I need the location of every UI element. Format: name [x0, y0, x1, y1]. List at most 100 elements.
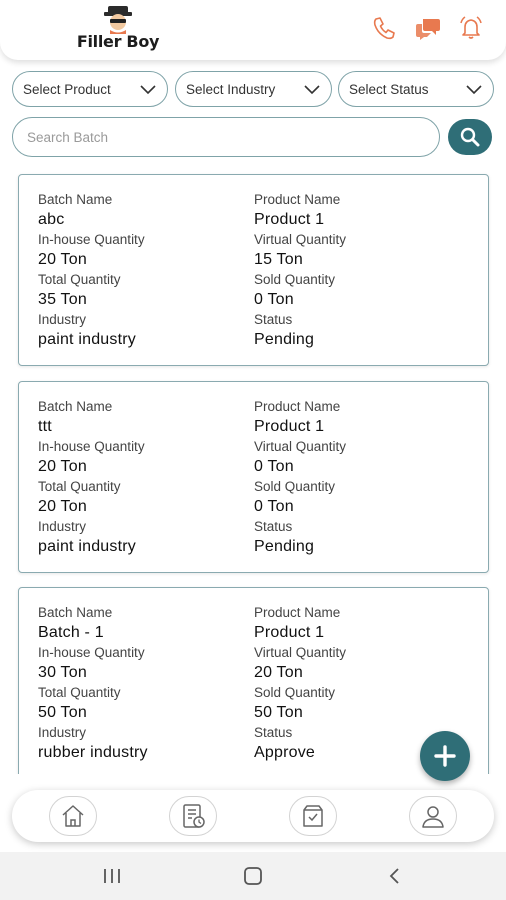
chat-icon[interactable] [414, 14, 442, 42]
system-navigation-bar [0, 852, 506, 900]
virtual-quantity-value: 15 Ton [254, 251, 303, 268]
nav-home-button[interactable] [49, 796, 97, 836]
industry-value: rubber industry [38, 744, 148, 761]
industry-value: paint industry [38, 538, 136, 555]
industry-value: paint industry [38, 331, 136, 348]
filter-bar: Select Product Select Industry Select St… [12, 71, 494, 107]
orders-box-icon [303, 805, 323, 827]
select-product-label: Select Product [23, 81, 111, 97]
status-value: Pending [254, 538, 315, 555]
logo-mascot-icon [104, 6, 132, 34]
back-icon[interactable] [383, 864, 407, 888]
logo-text: Filler Boy [76, 32, 160, 51]
product-name-field: Product Name Product 1 [254, 397, 340, 437]
product-name-value: Product 1 [254, 624, 325, 641]
industry-label: Industry [38, 725, 87, 740]
select-industry-label: Select Industry [186, 81, 276, 97]
chevron-down-icon [466, 85, 482, 95]
invoice-icon [183, 804, 205, 828]
select-status-dropdown[interactable]: Select Status [338, 71, 494, 107]
product-name-field: Product Name Product 1 [254, 603, 340, 643]
batch-card[interactable]: Batch Name ttt Product Name Product 1 In… [18, 381, 489, 573]
sold-quantity-value: 0 Ton [254, 291, 294, 308]
inhouse-quantity-label: In-house Quantity [38, 645, 145, 660]
search-icon [460, 127, 480, 147]
total-quantity-value: 50 Ton [38, 704, 87, 721]
batch-list: Batch Name abc Product Name Product 1 In… [0, 160, 506, 774]
status-label: Status [254, 725, 293, 740]
bell-icon[interactable] [457, 14, 485, 42]
industry-field: Industry paint industry [38, 517, 136, 557]
industry-field: Industry paint industry [38, 310, 136, 350]
search-button[interactable] [448, 119, 492, 155]
total-quantity-label: Total Quantity [38, 272, 121, 287]
inhouse-quantity-label: In-house Quantity [38, 232, 145, 247]
total-quantity-value: 20 Ton [38, 498, 87, 515]
select-industry-dropdown[interactable]: Select Industry [175, 71, 332, 107]
status-value: Approve [254, 744, 315, 761]
batch-name-value: abc [38, 211, 65, 228]
industry-label: Industry [38, 312, 87, 327]
home-icon [62, 805, 84, 827]
total-quantity-field: Total Quantity 50 Ton [38, 683, 121, 723]
batch-card[interactable]: Batch Name abc Product Name Product 1 In… [18, 174, 489, 366]
home-system-icon[interactable] [241, 864, 265, 888]
virtual-quantity-value: 20 Ton [254, 664, 303, 681]
nav-invoice-button[interactable] [169, 796, 217, 836]
status-field: Status Pending [254, 310, 314, 350]
batch-name-value: ttt [38, 418, 52, 435]
inhouse-quantity-field: In-house Quantity 30 Ton [38, 643, 145, 683]
batch-card[interactable]: Batch Name Batch - 1 Product Name Produc… [18, 587, 489, 774]
batch-name-label: Batch Name [38, 192, 113, 207]
search-batch-input[interactable] [12, 117, 440, 157]
select-product-dropdown[interactable]: Select Product [12, 71, 168, 107]
inhouse-quantity-value: 30 Ton [38, 664, 87, 681]
product-name-label: Product Name [254, 192, 341, 207]
status-field: Status Approve [254, 723, 315, 763]
sold-quantity-label: Sold Quantity [254, 272, 336, 287]
virtual-quantity-field: Virtual Quantity 15 Ton [254, 230, 346, 270]
chevron-down-icon [304, 85, 320, 95]
virtual-quantity-label: Virtual Quantity [254, 439, 347, 454]
product-name-label: Product Name [254, 399, 341, 414]
nav-profile-button[interactable] [409, 796, 457, 836]
select-status-label: Select Status [349, 81, 429, 97]
product-name-value: Product 1 [254, 418, 325, 435]
product-name-label: Product Name [254, 605, 341, 620]
virtual-quantity-label: Virtual Quantity [254, 232, 347, 247]
industry-label: Industry [38, 519, 87, 534]
add-batch-button[interactable] [420, 731, 470, 781]
recent-apps-icon[interactable] [100, 864, 124, 888]
total-quantity-field: Total Quantity 20 Ton [38, 477, 121, 517]
status-value: Pending [254, 331, 315, 348]
product-name-field: Product Name Product 1 [254, 190, 340, 230]
batch-name-label: Batch Name [38, 399, 113, 414]
virtual-quantity-value: 0 Ton [254, 458, 294, 475]
nav-orders-button[interactable] [289, 796, 337, 836]
product-name-value: Product 1 [254, 211, 325, 228]
app-logo: Filler Boy [70, 4, 166, 54]
sold-quantity-field: Sold Quantity 0 Ton [254, 270, 335, 310]
batch-name-field: Batch Name ttt [38, 397, 112, 437]
total-quantity-field: Total Quantity 35 Ton [38, 270, 121, 310]
sold-quantity-label: Sold Quantity [254, 685, 336, 700]
industry-field: Industry rubber industry [38, 723, 148, 763]
app-header: Filler Boy [0, 0, 506, 60]
inhouse-quantity-value: 20 Ton [38, 251, 87, 268]
batch-name-label: Batch Name [38, 605, 113, 620]
status-label: Status [254, 519, 293, 534]
sold-quantity-label: Sold Quantity [254, 479, 336, 494]
phone-icon[interactable] [370, 14, 398, 42]
status-field: Status Pending [254, 517, 314, 557]
sold-quantity-value: 50 Ton [254, 704, 303, 721]
sold-quantity-field: Sold Quantity 0 Ton [254, 477, 335, 517]
inhouse-quantity-field: In-house Quantity 20 Ton [38, 230, 145, 270]
inhouse-quantity-value: 20 Ton [38, 458, 87, 475]
bottom-navigation [12, 790, 494, 842]
virtual-quantity-field: Virtual Quantity 0 Ton [254, 437, 346, 477]
status-label: Status [254, 312, 293, 327]
plus-icon [434, 745, 456, 767]
total-quantity-label: Total Quantity [38, 479, 121, 494]
sold-quantity-value: 0 Ton [254, 498, 294, 515]
virtual-quantity-label: Virtual Quantity [254, 645, 347, 660]
